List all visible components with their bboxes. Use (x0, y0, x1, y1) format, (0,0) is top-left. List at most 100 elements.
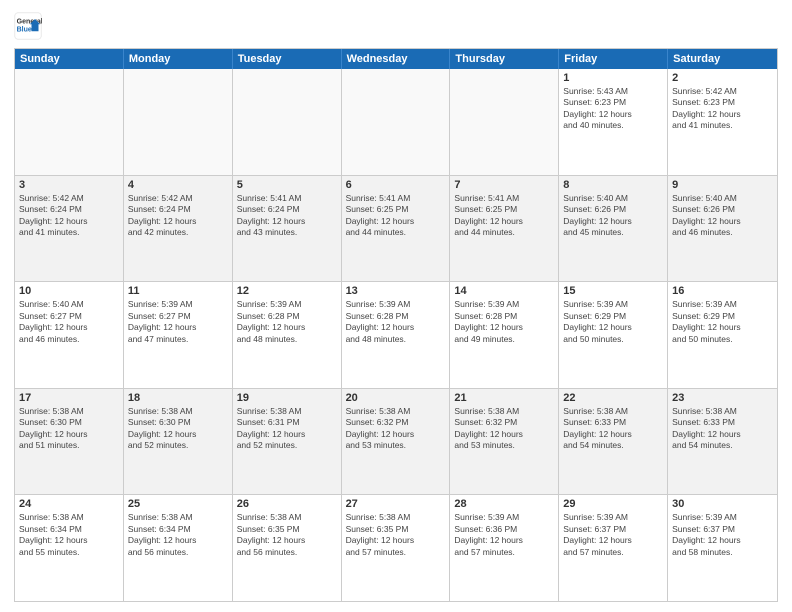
page: General Blue SundayMondayTuesdayWednesda… (0, 0, 792, 612)
empty-cell (450, 69, 559, 175)
day-number: 15 (563, 285, 663, 297)
day-cell-27: 27 Sunrise: 5:38 AM Sunset: 6:35 PM Dayli… (342, 495, 451, 601)
day-number: 16 (672, 285, 773, 297)
day-number: 4 (128, 179, 228, 191)
day-cell-30: 30 Sunrise: 5:39 AM Sunset: 6:37 PM Dayli… (668, 495, 777, 601)
day-cell-20: 20 Sunrise: 5:38 AM Sunset: 6:32 PM Dayli… (342, 389, 451, 495)
header-cell-thursday: Thursday (450, 49, 559, 69)
header-cell-friday: Friday (559, 49, 668, 69)
calendar: SundayMondayTuesdayWednesdayThursdayFrid… (14, 48, 778, 602)
day-info: Sunrise: 5:38 AM Sunset: 6:32 PM Dayligh… (454, 406, 554, 452)
day-info: Sunrise: 5:38 AM Sunset: 6:35 PM Dayligh… (346, 512, 446, 558)
day-number: 9 (672, 179, 773, 191)
day-info: Sunrise: 5:39 AM Sunset: 6:28 PM Dayligh… (454, 299, 554, 345)
day-cell-13: 13 Sunrise: 5:39 AM Sunset: 6:28 PM Dayli… (342, 282, 451, 388)
day-info: Sunrise: 5:41 AM Sunset: 6:25 PM Dayligh… (454, 193, 554, 239)
calendar-header: SundayMondayTuesdayWednesdayThursdayFrid… (15, 49, 777, 69)
day-cell-24: 24 Sunrise: 5:38 AM Sunset: 6:34 PM Dayli… (15, 495, 124, 601)
calendar-row-1: 1Sunrise: 5:43 AM Sunset: 6:23 PM Daylig… (15, 69, 777, 175)
day-info: Sunrise: 5:38 AM Sunset: 6:34 PM Dayligh… (19, 512, 119, 558)
day-cell-29: 29 Sunrise: 5:39 AM Sunset: 6:37 PM Dayli… (559, 495, 668, 601)
day-info: Sunrise: 5:41 AM Sunset: 6:24 PM Dayligh… (237, 193, 337, 239)
empty-cell (342, 69, 451, 175)
day-info: Sunrise: 5:39 AM Sunset: 6:37 PM Dayligh… (672, 512, 773, 558)
day-cell-22: 22Sunrise: 5:38 AM Sunset: 6:33 PM Dayli… (559, 389, 668, 495)
day-info: Sunrise: 5:38 AM Sunset: 6:35 PM Dayligh… (237, 512, 337, 558)
day-info: Sunrise: 5:39 AM Sunset: 6:29 PM Dayligh… (563, 299, 663, 345)
day-number: 2 (672, 72, 773, 84)
day-cell-12: 12 Sunrise: 5:39 AM Sunset: 6:28 PM Dayli… (233, 282, 342, 388)
day-number: 23 (672, 392, 773, 404)
day-cell-21: 21Sunrise: 5:38 AM Sunset: 6:32 PM Dayli… (450, 389, 559, 495)
empty-cell (15, 69, 124, 175)
day-info: Sunrise: 5:40 AM Sunset: 6:27 PM Dayligh… (19, 299, 119, 345)
day-number: 8 (563, 179, 663, 191)
day-info: Sunrise: 5:42 AM Sunset: 6:23 PM Dayligh… (672, 86, 773, 132)
day-number: 24 (19, 498, 119, 510)
day-number: 13 (346, 285, 446, 297)
day-number: 1 (563, 72, 663, 84)
day-cell-9: 9 Sunrise: 5:40 AM Sunset: 6:26 PM Daylig… (668, 176, 777, 282)
day-info: Sunrise: 5:41 AM Sunset: 6:25 PM Dayligh… (346, 193, 446, 239)
day-info: Sunrise: 5:39 AM Sunset: 6:29 PM Dayligh… (672, 299, 773, 345)
calendar-row-5: 24 Sunrise: 5:38 AM Sunset: 6:34 PM Dayli… (15, 494, 777, 601)
day-cell-15: 15 Sunrise: 5:39 AM Sunset: 6:29 PM Dayli… (559, 282, 668, 388)
day-cell-10: 10 Sunrise: 5:40 AM Sunset: 6:27 PM Dayli… (15, 282, 124, 388)
day-number: 30 (672, 498, 773, 510)
day-cell-3: 3Sunrise: 5:42 AM Sunset: 6:24 PM Daylig… (15, 176, 124, 282)
day-info: Sunrise: 5:38 AM Sunset: 6:31 PM Dayligh… (237, 406, 337, 452)
day-info: Sunrise: 5:38 AM Sunset: 6:34 PM Dayligh… (128, 512, 228, 558)
day-number: 28 (454, 498, 554, 510)
day-info: Sunrise: 5:42 AM Sunset: 6:24 PM Dayligh… (128, 193, 228, 239)
header-cell-monday: Monday (124, 49, 233, 69)
day-number: 3 (19, 179, 119, 191)
day-number: 20 (346, 392, 446, 404)
day-info: Sunrise: 5:39 AM Sunset: 6:37 PM Dayligh… (563, 512, 663, 558)
day-cell-28: 28 Sunrise: 5:39 AM Sunset: 6:36 PM Dayli… (450, 495, 559, 601)
day-number: 10 (19, 285, 119, 297)
svg-text:Blue: Blue (17, 26, 32, 33)
day-cell-16: 16 Sunrise: 5:39 AM Sunset: 6:29 PM Dayli… (668, 282, 777, 388)
day-number: 29 (563, 498, 663, 510)
day-number: 12 (237, 285, 337, 297)
day-number: 25 (128, 498, 228, 510)
header-cell-sunday: Sunday (15, 49, 124, 69)
header-cell-wednesday: Wednesday (342, 49, 451, 69)
day-number: 7 (454, 179, 554, 191)
day-cell-6: 6Sunrise: 5:41 AM Sunset: 6:25 PM Daylig… (342, 176, 451, 282)
header: General Blue (14, 12, 778, 40)
day-cell-5: 5Sunrise: 5:41 AM Sunset: 6:24 PM Daylig… (233, 176, 342, 282)
day-info: Sunrise: 5:40 AM Sunset: 6:26 PM Dayligh… (672, 193, 773, 239)
day-info: Sunrise: 5:39 AM Sunset: 6:27 PM Dayligh… (128, 299, 228, 345)
day-cell-26: 26 Sunrise: 5:38 AM Sunset: 6:35 PM Dayli… (233, 495, 342, 601)
day-info: Sunrise: 5:38 AM Sunset: 6:32 PM Dayligh… (346, 406, 446, 452)
empty-cell (233, 69, 342, 175)
day-cell-23: 23Sunrise: 5:38 AM Sunset: 6:33 PM Dayli… (668, 389, 777, 495)
header-cell-tuesday: Tuesday (233, 49, 342, 69)
logo: General Blue (14, 12, 42, 40)
day-cell-4: 4 Sunrise: 5:42 AM Sunset: 6:24 PM Daylig… (124, 176, 233, 282)
day-number: 22 (563, 392, 663, 404)
calendar-row-3: 10 Sunrise: 5:40 AM Sunset: 6:27 PM Dayli… (15, 281, 777, 388)
day-cell-14: 14Sunrise: 5:39 AM Sunset: 6:28 PM Dayli… (450, 282, 559, 388)
day-number: 18 (128, 392, 228, 404)
day-info: Sunrise: 5:39 AM Sunset: 6:28 PM Dayligh… (237, 299, 337, 345)
day-number: 27 (346, 498, 446, 510)
day-number: 26 (237, 498, 337, 510)
day-cell-8: 8 Sunrise: 5:40 AM Sunset: 6:26 PM Daylig… (559, 176, 668, 282)
day-cell-17: 17 Sunrise: 5:38 AM Sunset: 6:30 PM Dayli… (15, 389, 124, 495)
day-number: 17 (19, 392, 119, 404)
empty-cell (124, 69, 233, 175)
day-info: Sunrise: 5:38 AM Sunset: 6:30 PM Dayligh… (128, 406, 228, 452)
day-info: Sunrise: 5:39 AM Sunset: 6:28 PM Dayligh… (346, 299, 446, 345)
day-info: Sunrise: 5:38 AM Sunset: 6:30 PM Dayligh… (19, 406, 119, 452)
day-number: 11 (128, 285, 228, 297)
calendar-row-2: 3 Sunrise: 5:42 AM Sunset: 6:24 PM Daylig… (15, 175, 777, 282)
day-cell-2: 2 Sunrise: 5:42 AM Sunset: 6:23 PM Daylig… (668, 69, 777, 175)
day-cell-19: 19Sunrise: 5:38 AM Sunset: 6:31 PM Dayli… (233, 389, 342, 495)
logo-icon: General Blue (14, 12, 42, 40)
day-info: Sunrise: 5:40 AM Sunset: 6:26 PM Dayligh… (563, 193, 663, 239)
header-cell-saturday: Saturday (668, 49, 777, 69)
day-info: Sunrise: 5:39 AM Sunset: 6:36 PM Dayligh… (454, 512, 554, 558)
calendar-body: 1Sunrise: 5:43 AM Sunset: 6:23 PM Daylig… (15, 69, 777, 601)
